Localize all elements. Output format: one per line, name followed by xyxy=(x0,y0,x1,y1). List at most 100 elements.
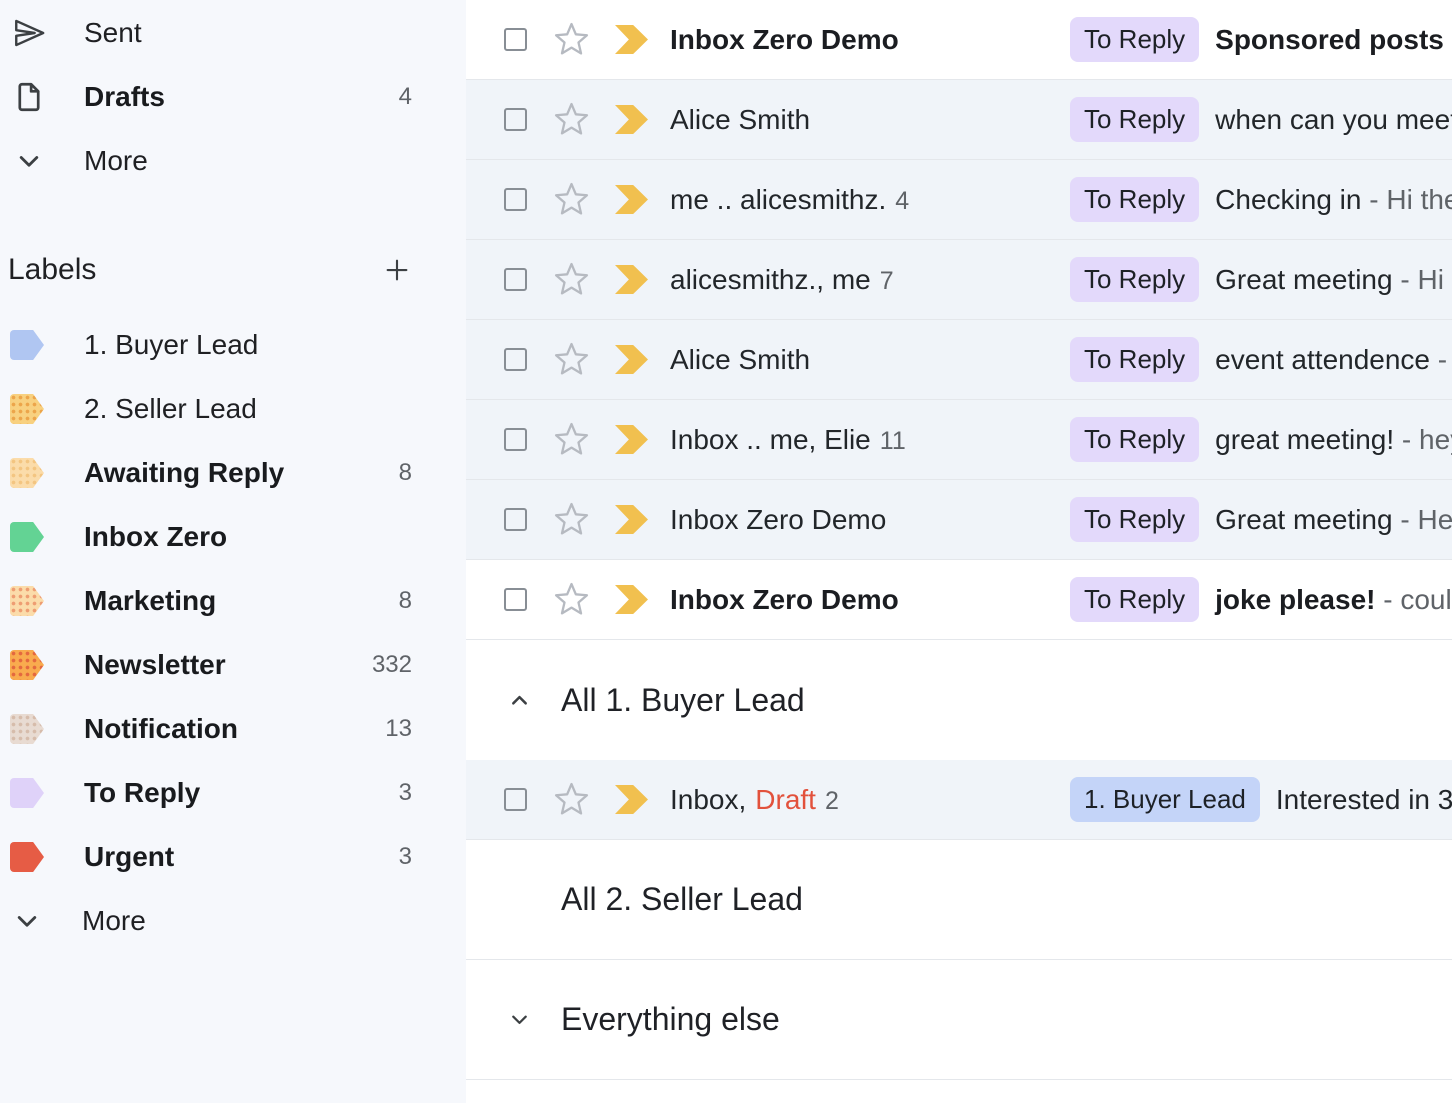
email-row[interactable]: Alice Smith To Reply event attendence - … xyxy=(466,320,1452,400)
label-name: Marketing xyxy=(84,585,216,617)
email-row[interactable]: me .. alicesmithz.4 To Reply Checking in… xyxy=(466,160,1452,240)
star-icon[interactable] xyxy=(553,421,590,458)
star-icon[interactable] xyxy=(553,501,590,538)
star-icon[interactable] xyxy=(553,341,590,378)
sidebar-label-item[interactable]: Newsletter 332 xyxy=(0,633,466,697)
importance-marker-icon[interactable] xyxy=(615,785,648,814)
star-icon[interactable] xyxy=(553,261,590,298)
label-name: To Reply xyxy=(84,777,200,809)
section-header[interactable]: Everything else xyxy=(466,960,1452,1080)
thread-count: 7 xyxy=(880,267,894,295)
label-badge[interactable]: To Reply xyxy=(1070,417,1199,462)
subject-text: great meeting! xyxy=(1215,424,1394,455)
label-badge[interactable]: To Reply xyxy=(1070,177,1199,222)
labels-heading: Labels xyxy=(8,253,96,287)
email-row[interactable]: Inbox Zero Demo To Reply Great meeting -… xyxy=(466,480,1452,560)
label-tag-icon xyxy=(10,394,44,424)
star-icon[interactable] xyxy=(553,781,590,818)
select-checkbox[interactable] xyxy=(504,508,527,531)
sender-name: Alice Smith xyxy=(670,344,810,375)
select-checkbox[interactable] xyxy=(504,428,527,451)
label-tag-icon xyxy=(10,778,44,808)
select-checkbox[interactable] xyxy=(504,788,527,811)
sidebar-label-item[interactable]: Urgent 3 xyxy=(0,825,466,889)
star-icon[interactable] xyxy=(553,21,590,58)
sender-name: Inbox Zero Demo xyxy=(670,504,886,535)
label-badge[interactable]: To Reply xyxy=(1070,97,1199,142)
sidebar: Sent Drafts 4 More Labels 1. Buyer Lead … xyxy=(0,0,466,1103)
sidebar-label-item[interactable]: Notification 13 xyxy=(0,697,466,761)
label-count: 3 xyxy=(399,843,412,871)
snippet-dash: - xyxy=(1393,264,1418,295)
label-count: 3 xyxy=(399,779,412,807)
importance-marker-icon[interactable] xyxy=(615,185,648,214)
chevron-down-icon[interactable] xyxy=(506,1006,533,1033)
subject-text: Great meeting xyxy=(1215,504,1392,535)
select-checkbox[interactable] xyxy=(504,588,527,611)
label-badge[interactable]: 1. Buyer Lead xyxy=(1070,777,1260,822)
label-count: 332 xyxy=(372,651,412,679)
importance-marker-icon[interactable] xyxy=(615,345,648,374)
label-badge[interactable]: To Reply xyxy=(1070,257,1199,302)
sidebar-label-item[interactable]: Awaiting Reply 8 xyxy=(0,441,466,505)
importance-marker-icon[interactable] xyxy=(615,25,648,54)
importance-marker-icon[interactable] xyxy=(615,505,648,534)
email-row[interactable]: Inbox Zero Demo To Reply joke please! - … xyxy=(466,560,1452,640)
label-name: 1. Buyer Lead xyxy=(84,329,258,361)
subject-text: Great meeting xyxy=(1215,264,1392,295)
importance-marker-icon[interactable] xyxy=(615,105,648,134)
sidebar-item[interactable]: Sent xyxy=(0,1,466,65)
star-icon[interactable] xyxy=(553,581,590,618)
subject-line: joke please! - could xyxy=(1215,584,1452,616)
label-badge[interactable]: To Reply xyxy=(1070,17,1199,62)
star-icon[interactable] xyxy=(553,101,590,138)
select-checkbox[interactable] xyxy=(504,188,527,211)
sender-cell: Inbox Zero Demo xyxy=(670,24,1070,56)
label-badge[interactable]: To Reply xyxy=(1070,497,1199,542)
label-count: 8 xyxy=(399,587,412,615)
email-list: Inbox Zero Demo To Reply Sponsored posts… xyxy=(466,0,1452,1103)
label-badge[interactable]: To Reply xyxy=(1070,577,1199,622)
sidebar-label-item[interactable]: 1. Buyer Lead xyxy=(0,313,466,377)
label-count: 8 xyxy=(399,459,412,487)
sidebar-item[interactable]: More xyxy=(0,129,466,193)
subject-line: great meeting! - hey xyxy=(1215,424,1452,456)
sender-cell: Inbox,Draft2 xyxy=(670,784,1070,816)
sidebar-item[interactable]: More xyxy=(0,889,466,953)
email-row[interactable]: Alice Smith To Reply when can you meet xyxy=(466,80,1452,160)
sidebar-label-item[interactable]: Inbox Zero xyxy=(0,505,466,569)
select-checkbox[interactable] xyxy=(504,268,527,291)
importance-marker-icon[interactable] xyxy=(615,425,648,454)
sidebar-label-item[interactable]: Marketing 8 xyxy=(0,569,466,633)
email-row[interactable]: Inbox .. me, Elie11 To Reply great meeti… xyxy=(466,400,1452,480)
label-badge[interactable]: To Reply xyxy=(1070,337,1199,382)
email-row[interactable]: Inbox Zero Demo To Reply Sponsored posts… xyxy=(466,0,1452,80)
sidebar-labels-list: 1. Buyer Lead 2. Seller Lead Awaiting Re… xyxy=(0,313,466,953)
section-header[interactable]: All 1. Buyer Lead xyxy=(466,640,1452,760)
snippet-text: hey xyxy=(1419,424,1452,455)
sidebar-label-item[interactable]: 2. Seller Lead xyxy=(0,377,466,441)
importance-marker-icon[interactable] xyxy=(615,585,648,614)
sender-name: me .. alicesmithz. xyxy=(670,184,886,215)
select-checkbox[interactable] xyxy=(504,28,527,51)
sidebar-item[interactable]: Drafts 4 xyxy=(0,65,466,129)
star-icon[interactable] xyxy=(553,181,590,218)
create-label-button[interactable] xyxy=(382,255,412,285)
subject-text: Interested in 3-b xyxy=(1276,784,1452,815)
gmail-app: Sent Drafts 4 More Labels 1. Buyer Lead … xyxy=(0,0,1452,1103)
email-row[interactable]: alicesmithz., me7 To Reply Great meeting… xyxy=(466,240,1452,320)
labels-header: Labels xyxy=(0,238,466,302)
sidebar-item-label: More xyxy=(84,145,148,177)
sidebar-label-item[interactable]: To Reply 3 xyxy=(0,761,466,825)
draft-icon xyxy=(12,80,46,114)
importance-marker-icon[interactable] xyxy=(615,265,648,294)
label-tag-icon xyxy=(10,458,44,488)
sender-cell: Inbox Zero Demo xyxy=(670,584,1070,616)
chevron-up-icon[interactable] xyxy=(506,687,533,714)
section-header[interactable]: All 2. Seller Lead xyxy=(466,840,1452,960)
label-name: Awaiting Reply xyxy=(84,457,284,489)
chevron-down-icon xyxy=(10,904,44,938)
email-row[interactable]: Inbox,Draft2 1. Buyer Lead Interested in… xyxy=(466,760,1452,840)
select-checkbox[interactable] xyxy=(504,108,527,131)
select-checkbox[interactable] xyxy=(504,348,527,371)
